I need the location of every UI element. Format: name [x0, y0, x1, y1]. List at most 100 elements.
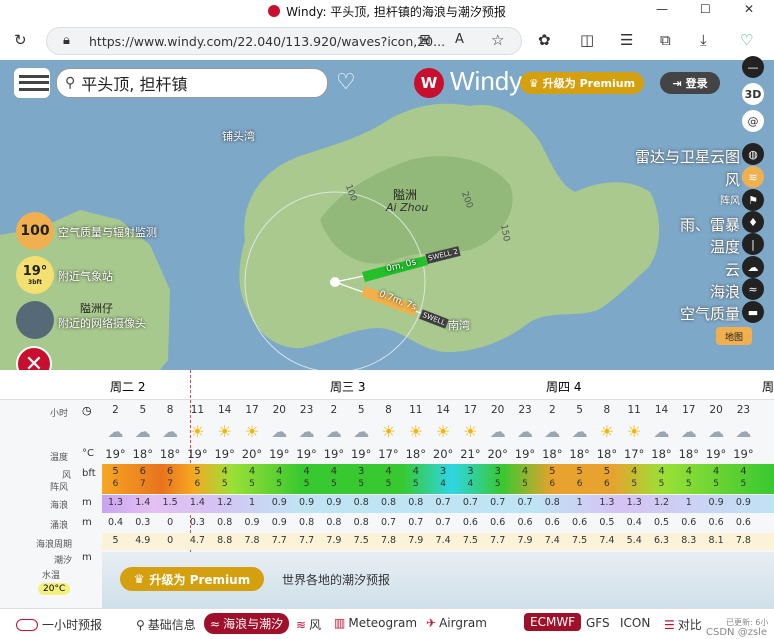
- layer-wind[interactable]: 风: [725, 169, 740, 190]
- gust-cell: 7: [139, 479, 146, 489]
- premium-button[interactable]: ♛ 升级为 Premium: [520, 72, 644, 94]
- tab-waves-tides[interactable]: ≈ 海浪与潮汐: [204, 613, 290, 634]
- hour-cell: 8: [166, 404, 174, 416]
- temp-cell: 19°: [105, 447, 126, 461]
- tab-basic[interactable]: ⚲ 基础信息: [136, 616, 196, 633]
- crown-icon: ♛: [528, 76, 539, 90]
- wave-cell: 0.9: [271, 497, 287, 508]
- windy-wordmark[interactable]: Windy: [450, 66, 522, 97]
- globe-icon[interactable]: ◍: [742, 143, 764, 165]
- period-cell: 7.8: [735, 535, 751, 546]
- hurricane-icon[interactable]: @: [742, 110, 764, 132]
- menu-dash-icon[interactable]: —: [742, 56, 764, 78]
- cloud-icon[interactable]: ☁: [742, 256, 764, 278]
- day-label[interactable]: 周: [762, 378, 774, 395]
- hours-row: 2 5 8 11 14 17 20 23 2 5 8 11 14 17 20 23 2 5 8 11 14 17 20 23: [0, 404, 774, 422]
- swell-cell: 0.3: [189, 517, 205, 528]
- webcam-label[interactable]: 附近的网络摄像头: [58, 315, 146, 331]
- layer-temp[interactable]: 温度: [710, 236, 740, 257]
- close-button[interactable]: ✕: [744, 2, 754, 16]
- period-cell: 7.8: [380, 535, 397, 546]
- windy-logo-icon[interactable]: W: [414, 68, 444, 98]
- read-aloud-icon[interactable]: A: [455, 32, 464, 47]
- thermometer-icon[interactable]: |: [742, 233, 764, 255]
- layer-rain[interactable]: 雨、雷暴: [680, 214, 740, 235]
- split-screen-icon[interactable]: ◫: [580, 31, 594, 49]
- webcam-widget[interactable]: [16, 301, 54, 339]
- sun-icon: ☀: [244, 422, 260, 441]
- downloads-icon[interactable]: ⤓: [700, 31, 707, 49]
- wind-cell: 4: [658, 466, 665, 477]
- drop-icon[interactable]: ♦: [742, 211, 764, 233]
- place-label: 铺头湾: [222, 130, 255, 143]
- promo-premium-button[interactable]: ♛ 升级为 Premium: [120, 567, 264, 591]
- air-quality-widget[interactable]: 100: [16, 212, 54, 250]
- cloud-icon: ☁: [134, 422, 151, 441]
- layer-radar[interactable]: 雷达与卫星云图: [635, 146, 740, 167]
- car-icon[interactable]: ▬: [742, 301, 764, 323]
- gust-cell: 5: [221, 479, 228, 489]
- flag-icon[interactable]: ⚑: [742, 189, 764, 211]
- water-temp-badge: 20°C: [38, 583, 71, 595]
- waves-icon[interactable]: ≈: [742, 278, 764, 300]
- layer-air[interactable]: 空气质量: [680, 303, 740, 324]
- period-cell: 6.3: [653, 535, 670, 546]
- temp-cell: 19°: [187, 447, 208, 461]
- hour-cell: 23: [299, 404, 314, 416]
- 3d-button[interactable]: 3D: [742, 83, 764, 105]
- gust-cell: 5: [522, 479, 528, 489]
- minimize-button[interactable]: —: [656, 2, 668, 16]
- wave-cell: 1.2: [217, 497, 233, 508]
- layer-clouds[interactable]: 云: [725, 259, 740, 280]
- station-widget[interactable]: 19° 3bft: [16, 256, 54, 294]
- air-quality-label[interactable]: 空气质量与辐射监测: [58, 224, 157, 240]
- map-layer-button[interactable]: 地图: [716, 327, 752, 345]
- premium-label: 升级为 Premium: [542, 77, 636, 90]
- tab-airgram[interactable]: ✈ Airgram: [426, 616, 487, 630]
- collections-icon[interactable]: ⧉: [660, 31, 671, 49]
- health-icon[interactable]: ♡: [740, 31, 753, 49]
- layer-gust[interactable]: 阵风: [720, 192, 740, 207]
- search-input[interactable]: 平头顶, 担杆镇: [81, 71, 187, 95]
- wave-cell: 0.7: [517, 497, 533, 508]
- layer-waves[interactable]: 海浪: [710, 281, 740, 302]
- hour-cell: 20: [491, 404, 505, 416]
- wave-cell: 1.3: [626, 497, 642, 508]
- wind-icon[interactable]: ≋: [742, 166, 764, 188]
- wave-cell: 0.9: [299, 497, 315, 508]
- day-label[interactable]: 周四 4: [546, 378, 581, 395]
- model-icon[interactable]: ICON: [620, 616, 650, 630]
- wave-cell: 1.4: [189, 497, 205, 508]
- period-cell: 4.7: [189, 535, 205, 546]
- cloud-icon: ☁: [571, 422, 588, 441]
- period-cell: 0: [167, 535, 174, 546]
- compare-button[interactable]: ☰ 对比: [664, 616, 702, 633]
- login-button[interactable]: ⇥ 登录: [660, 72, 720, 94]
- model-ecmwf[interactable]: ECMWF: [524, 613, 582, 631]
- favorite-heart-icon[interactable]: ♡: [336, 70, 356, 95]
- tab-wind[interactable]: ≋ 风: [296, 616, 321, 633]
- swell-cell: 0.8: [217, 517, 233, 528]
- favorite-star-icon[interactable]: ☆: [491, 31, 504, 49]
- temp-cell: 19°: [214, 447, 235, 461]
- wind-cell: 4: [330, 466, 338, 477]
- hourly-toggle[interactable]: 一小时预报: [16, 616, 102, 633]
- maximize-button[interactable]: ☐: [700, 2, 711, 16]
- reload-icon[interactable]: ↻: [14, 31, 27, 49]
- map-view[interactable]: ⚲ 平头顶, 担杆镇 ♡ W Windy ♛ 升级为 Premium ⇥ 登录 铺头…: [0, 60, 774, 370]
- extensions-icon[interactable]: ✿: [538, 31, 551, 49]
- day-label[interactable]: 周二 2: [110, 378, 145, 395]
- compare-icon: ☰: [664, 617, 675, 632]
- day-label[interactable]: 周三 3: [330, 378, 365, 395]
- tab-label: 海浪与潮汐: [223, 617, 284, 631]
- address-bar[interactable]: 🔒︎ https://www.windy.com/22.040/113.920/…: [46, 27, 522, 55]
- menu-icon[interactable]: [14, 68, 50, 98]
- toggle-switch[interactable]: [16, 618, 38, 631]
- tab-meteogram[interactable]: ▥ Meteogram: [334, 616, 417, 630]
- station-label[interactable]: 附近气象站: [58, 268, 113, 284]
- favorites-icon[interactable]: ☰: [620, 31, 633, 49]
- app-icon[interactable]: ⊞: [419, 32, 431, 48]
- swell-cell: 0.6: [735, 517, 751, 528]
- model-gfs[interactable]: GFS: [586, 616, 610, 630]
- search-box[interactable]: ⚲ 平头顶, 担杆镇: [56, 68, 328, 98]
